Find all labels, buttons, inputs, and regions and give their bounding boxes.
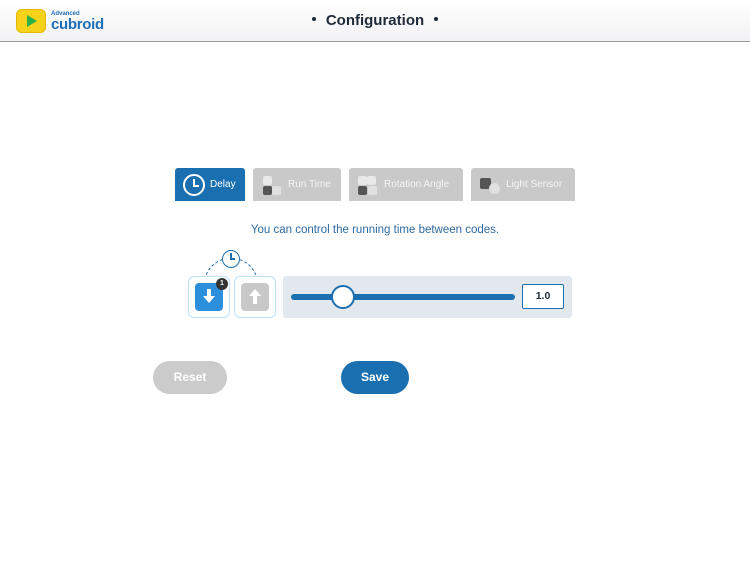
tab-light-sensor[interactable]: Light Sensor <box>471 168 575 201</box>
reset-button[interactable]: Reset <box>153 361 227 394</box>
code-block-1[interactable]: 1 <box>188 276 230 318</box>
tab-label: Rotation Angle <box>384 179 450 190</box>
title-dot-left <box>311 17 316 22</box>
tab-description: You can control the running time between… <box>250 224 500 236</box>
slider-thumb[interactable] <box>330 285 355 309</box>
tab-label: Delay <box>210 179 236 190</box>
light-sensor-icon <box>479 174 501 196</box>
tab-rotation-angle[interactable]: Rotation Angle <box>349 168 463 201</box>
save-button[interactable]: Save <box>341 361 409 394</box>
clock-icon <box>183 173 205 196</box>
block-badge: 1 <box>216 278 228 290</box>
page-title: Configuration <box>325 12 425 29</box>
title-dot-right <box>434 17 439 22</box>
cube-runtime-icon <box>261 174 283 196</box>
page-title-wrap: Configuration <box>0 12 750 29</box>
configuration-screen: Advanced cubroid Configuration Delay Run… <box>0 0 750 562</box>
tab-label: Light Sensor <box>506 179 563 190</box>
tab-delay[interactable]: Delay <box>175 168 245 201</box>
code-block-2[interactable] <box>234 276 276 318</box>
cube-rotation-icon <box>357 174 379 196</box>
app-header: Advanced cubroid Configuration <box>0 0 750 42</box>
slider-track[interactable] <box>291 294 515 300</box>
delay-slider-panel: 1.0 <box>283 276 572 318</box>
tab-run-time[interactable]: Run Time <box>253 168 341 201</box>
delay-clock-icon <box>222 250 240 268</box>
delay-value[interactable]: 1.0 <box>522 284 564 309</box>
tab-label: Run Time <box>288 179 331 190</box>
